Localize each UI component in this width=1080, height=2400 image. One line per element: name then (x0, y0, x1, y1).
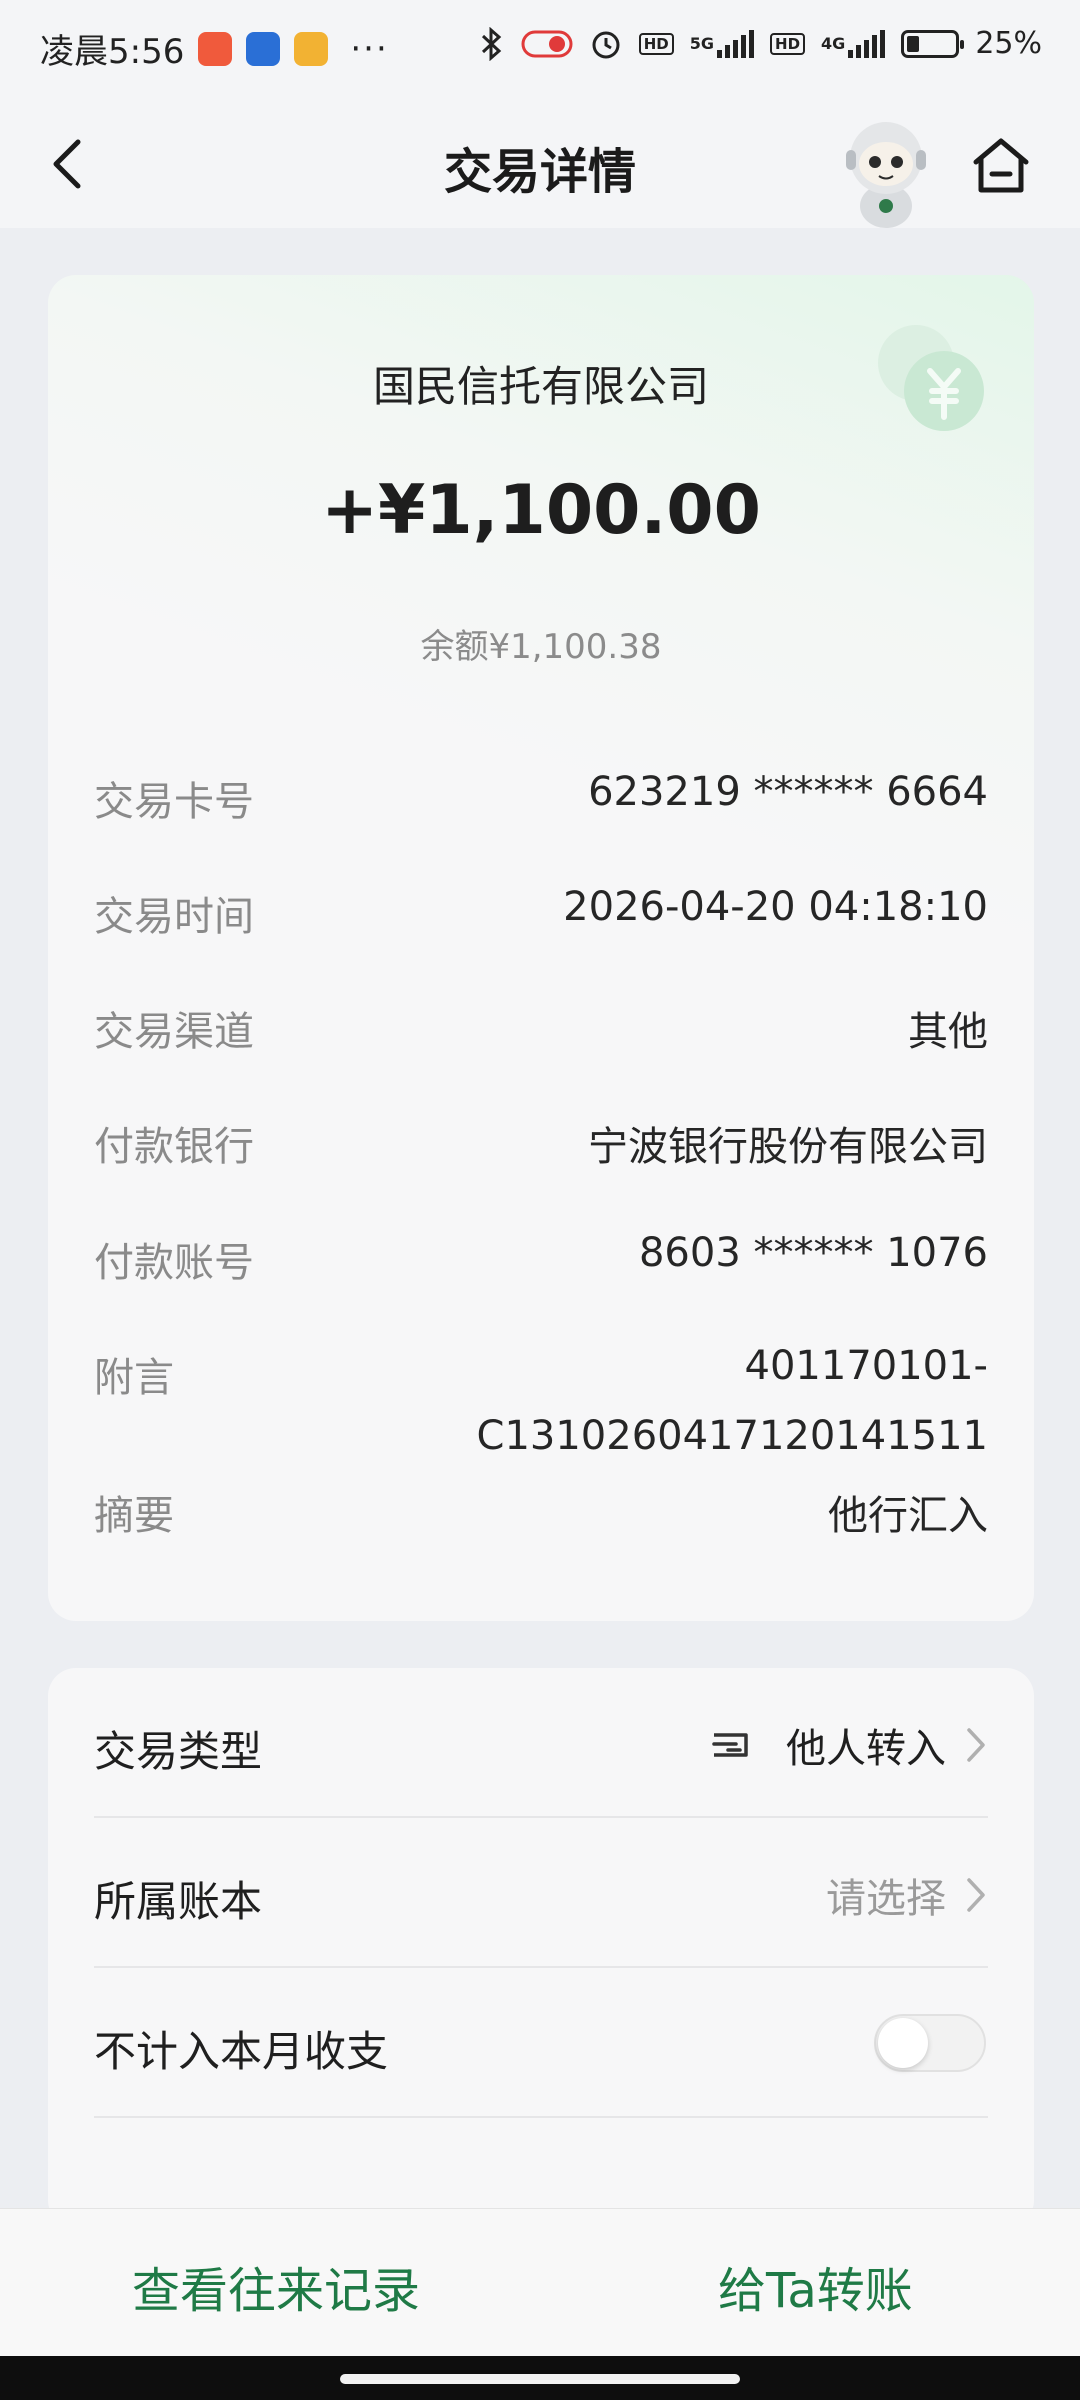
counterparty-name: 国民信托有限公司 (372, 362, 709, 411)
transaction-type-selector[interactable]: 他人转入 (710, 1716, 988, 1774)
account-book-label: 所属账本 (94, 1877, 263, 1926)
toggle-knob (878, 2018, 928, 2068)
detail-row-value: 他行汇入 (828, 1493, 988, 1539)
status-time: 凌晨5:56 (40, 32, 185, 72)
exclude-from-month-row: 不计入本月收支 (94, 1968, 988, 2118)
notification-app-icon (294, 31, 329, 66)
alarm-icon (589, 27, 623, 61)
detail-row-label: 付款账号 (94, 1240, 254, 1286)
home-button[interactable] (970, 136, 1032, 196)
home-icon (973, 138, 1029, 193)
detail-row-label: 摘要 (94, 1493, 174, 1539)
detail-row-value: 宁波银行股份有限公司 (588, 1124, 988, 1170)
hd-volte-icon: HD (770, 32, 806, 55)
status-bar: 凌晨5:56 ··· HD 5G HD 4G 25% (0, 0, 1080, 96)
detail-row-value: 401170101- C1310260417120141511 (477, 1331, 988, 1471)
hd-volte-icon: HD (638, 32, 674, 55)
chevron-right-icon (967, 1728, 985, 1762)
transaction-type-value: 他人转入 (786, 1726, 946, 1772)
signal-4g-icon: 4G (821, 29, 886, 58)
detail-row-value: 2026-04-20 04:18:10 (563, 884, 988, 930)
more-notifications-icon: ··· (350, 28, 389, 69)
account-book-row[interactable]: 所属账本 请选择 (94, 1818, 988, 1968)
home-gesture-handle[interactable] (340, 2374, 740, 2384)
remark-line-2: C1310260417120141511 (476, 1413, 988, 1459)
network-5g-label: 5G (689, 34, 715, 53)
detail-row-value: 其他 (908, 1009, 988, 1055)
notification-app-icon (198, 31, 233, 66)
account-book-selector[interactable]: 请选择 (826, 1866, 988, 1924)
data-saver-icon (521, 29, 573, 59)
battery-icon (901, 29, 965, 58)
transaction-detail-screen: 凌晨5:56 ··· HD 5G HD 4G 25% 交易详情 国民信托有限公司… (0, 0, 1080, 2400)
account-book-placeholder: 请选择 (826, 1876, 946, 1922)
detail-row-label: 附言 (94, 1355, 174, 1401)
detail-row-label: 交易卡号 (94, 779, 254, 825)
app-header: 交易详情 (0, 96, 1080, 228)
transaction-type-label: 交易类型 (94, 1727, 263, 1776)
detail-row-label: 付款银行 (94, 1124, 254, 1170)
chevron-right-icon (967, 1878, 985, 1912)
detail-row-value: 8603 ****** 1076 (638, 1230, 988, 1276)
signal-5g-icon: 5G (689, 29, 755, 58)
robot-assistant-icon[interactable] (838, 114, 934, 232)
status-left: 凌晨5:56 ··· (40, 24, 389, 73)
exclude-from-month-label: 不计入本月收支 (94, 2027, 389, 2076)
transaction-options-card: 交易类型 他人转入 所属账本 请选择 不计入本月收支 (48, 1668, 1034, 2228)
transfer-to-them-button[interactable]: 给Ta转账 (718, 2251, 913, 2321)
system-navigation-bar (0, 2356, 1080, 2400)
account-balance: 余额¥1,100.38 (420, 627, 662, 667)
exclude-from-month-toggle[interactable] (874, 2014, 986, 2072)
transaction-detail-card: 国民信托有限公司 +¥1,100.00 余额¥1,100.38 交易卡号 623… (48, 275, 1034, 1621)
notification-app-icon (246, 31, 281, 66)
bottom-action-bar: 查看往来记录 给Ta转账 (0, 2208, 1080, 2357)
transaction-type-row[interactable]: 交易类型 他人转入 (94, 1668, 988, 1818)
battery-percentage: 25% (975, 26, 1042, 61)
detail-row-value: 623219 ****** 6664 (588, 769, 988, 815)
view-history-button[interactable]: 查看往来记录 (132, 2251, 420, 2321)
transaction-amount: +¥1,100.00 (321, 471, 761, 550)
detail-row-label: 交易渠道 (94, 1009, 254, 1055)
transfer-in-icon (712, 1733, 748, 1757)
detail-row-label: 交易时间 (94, 894, 254, 940)
network-4g-label: 4G (821, 34, 846, 53)
remark-line-1: 401170101- (744, 1343, 988, 1389)
bluetooth-icon (479, 26, 505, 61)
status-right: HD 5G HD 4G 25% (479, 26, 1042, 61)
